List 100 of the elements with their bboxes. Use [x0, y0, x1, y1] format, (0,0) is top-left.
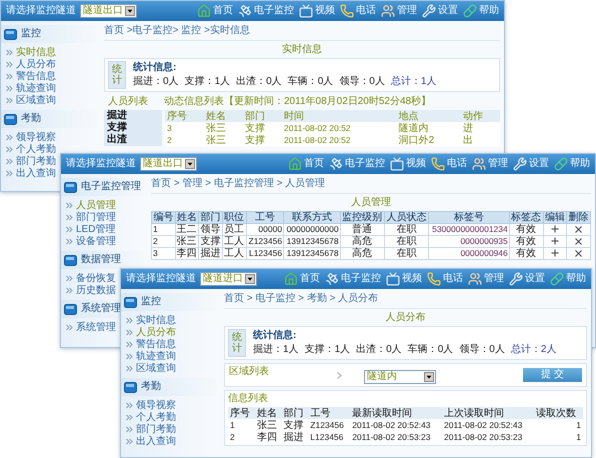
sidebar-item[interactable]: 历史数据 — [61, 284, 116, 296]
pill-icon — [463, 4, 477, 18]
stats-badge: 统计 — [108, 61, 126, 89]
column-header: 标签号 — [428, 212, 510, 224]
sidebar-item[interactable]: 轨迹查询 — [1, 82, 56, 94]
nav-button[interactable]: 电话 — [431, 157, 467, 171]
sidebar-item[interactable]: 实时信息 — [1, 46, 56, 58]
nav-button[interactable]: 首页 — [284, 272, 320, 286]
house-icon — [288, 157, 302, 171]
sidebar-item[interactable]: 轨迹查询 — [121, 350, 176, 362]
category-cell[interactable]: 出渣 — [104, 134, 162, 146]
double-chevron-icon — [66, 238, 73, 244]
nav-button[interactable]: 视频 — [390, 157, 426, 171]
column-header: 联系方式 — [284, 212, 340, 224]
category-cell[interactable]: 支撑 — [104, 122, 162, 134]
table-cell: 1 — [228, 419, 255, 431]
sidebar-item[interactable]: 个人考勤 — [121, 411, 176, 423]
staff-count: 掘进：1人 — [253, 344, 299, 356]
house-icon — [197, 4, 211, 18]
sidebar-item[interactable]: 出入查询 — [121, 435, 176, 447]
nav-button[interactable]: 帮助 — [550, 272, 586, 286]
caret-icon — [185, 159, 195, 169]
close-icon[interactable] — [575, 250, 582, 257]
panel-icon — [124, 382, 137, 392]
select-label: 请选择监控隧道 — [6, 5, 76, 17]
caret-icon — [424, 372, 434, 382]
category-cell[interactable]: 掘进 — [104, 110, 162, 122]
double-chevron-icon — [6, 84, 13, 92]
wrench-icon — [513, 157, 527, 171]
table-cell: 普通 — [340, 224, 384, 236]
nav-button[interactable]: 帮助 — [554, 157, 590, 171]
column-header: 动作 — [460, 110, 500, 122]
staff-count: 车辆：0人 — [408, 344, 454, 356]
sidebar-item[interactable]: 人员分布 — [121, 326, 176, 338]
nav-button[interactable]: 设置 — [513, 157, 549, 171]
double-chevron-icon — [66, 214, 73, 220]
close-icon[interactable] — [575, 226, 582, 233]
nav-button[interactable]: 电子监控 — [238, 4, 294, 18]
phone-icon — [340, 4, 354, 18]
satellite-icon — [238, 4, 252, 18]
sidebar-item[interactable]: 部门考勤 — [121, 423, 176, 435]
nav-button[interactable]: 设置 — [422, 4, 458, 18]
tunnel-select[interactable]: 隧道出口 — [140, 157, 197, 171]
nav-button[interactable]: 电话 — [340, 4, 376, 18]
nav-button[interactable]: 管理 — [468, 272, 504, 286]
section-title: 考勤 — [21, 113, 41, 125]
select-label: 请选择监控隧道 — [66, 158, 136, 170]
sidebar-item[interactable]: 警告信息 — [1, 70, 56, 82]
tv-icon — [299, 4, 313, 18]
sidebar-item[interactable]: 区域查询 — [121, 362, 176, 374]
sidebar-item[interactable]: 实时信息 — [121, 314, 176, 326]
select-label: 请选择监控隧道 — [126, 273, 196, 285]
plus-icon[interactable] — [550, 237, 559, 246]
sidebar-item[interactable]: LED管理 — [61, 223, 116, 235]
nav-button[interactable]: 电话 — [427, 272, 463, 286]
nav-button[interactable]: 视频 — [299, 4, 335, 18]
nav-button[interactable]: 管理 — [472, 157, 508, 171]
table-cell: 2011-08-02 20:52:43 — [442, 419, 534, 431]
double-chevron-icon — [6, 96, 13, 104]
table-cell: Z123456 — [308, 419, 350, 431]
close-icon[interactable] — [575, 238, 582, 245]
tunnel-select[interactable]: 隧道进口 — [200, 272, 257, 286]
column-header: 部门 — [198, 212, 222, 224]
nav-button[interactable]: 电子监控 — [329, 157, 385, 171]
staff-count: 车辆：0人 — [288, 76, 334, 88]
section-title: 系统管理 — [81, 303, 121, 315]
sidebar-item[interactable]: 人员分布 — [1, 58, 56, 70]
sidebar-item[interactable]: 部门管理 — [61, 211, 116, 223]
nav-button[interactable]: 视频 — [386, 272, 422, 286]
sidebar-item[interactable]: 部门考勤 — [1, 155, 56, 167]
table-cell: 在职 — [384, 248, 428, 260]
sidebar-item[interactable]: 区域查询 — [1, 94, 56, 106]
sidebar-item[interactable]: 出入查询 — [1, 167, 56, 179]
sidebar-item[interactable]: 领导视察 — [121, 399, 176, 411]
sidebar-item[interactable]: 系统管理 — [61, 321, 116, 333]
sidebar-item[interactable]: 领导视察 — [1, 131, 56, 143]
table-cell: 支撑 — [282, 419, 308, 431]
section-title: 考勤 — [141, 381, 161, 393]
tunnel-select[interactable]: 隧道出口 — [80, 4, 137, 18]
nav-button[interactable]: 管理 — [381, 4, 417, 18]
panel-icon — [4, 114, 17, 124]
page-title: 实时信息 — [282, 42, 322, 57]
nav-button[interactable]: 设置 — [509, 272, 545, 286]
staff-count: 支撑：1人 — [304, 344, 350, 356]
nav-button[interactable]: 帮助 — [463, 4, 499, 18]
region-select[interactable]: 隧道内 — [364, 370, 436, 384]
sidebar-item[interactable]: 人员管理 — [61, 199, 116, 211]
table-cell: 2 — [165, 134, 204, 146]
double-chevron-icon — [66, 202, 73, 208]
column-header: 部门 — [243, 110, 282, 122]
sidebar-item[interactable]: 个人考勤 — [1, 143, 56, 155]
sidebar-item[interactable]: 警告信息 — [121, 338, 176, 350]
sidebar-item[interactable]: 备份恢复 — [61, 272, 116, 284]
plus-icon[interactable] — [550, 249, 559, 258]
nav-button[interactable]: 首页 — [197, 4, 233, 18]
plus-icon[interactable] — [550, 225, 559, 234]
nav-button[interactable]: 首页 — [288, 157, 324, 171]
nav-button[interactable]: 电子监控 — [325, 272, 381, 286]
sidebar-item[interactable]: 设备管理 — [61, 235, 116, 247]
submit-button[interactable]: 提 交 — [523, 368, 582, 382]
